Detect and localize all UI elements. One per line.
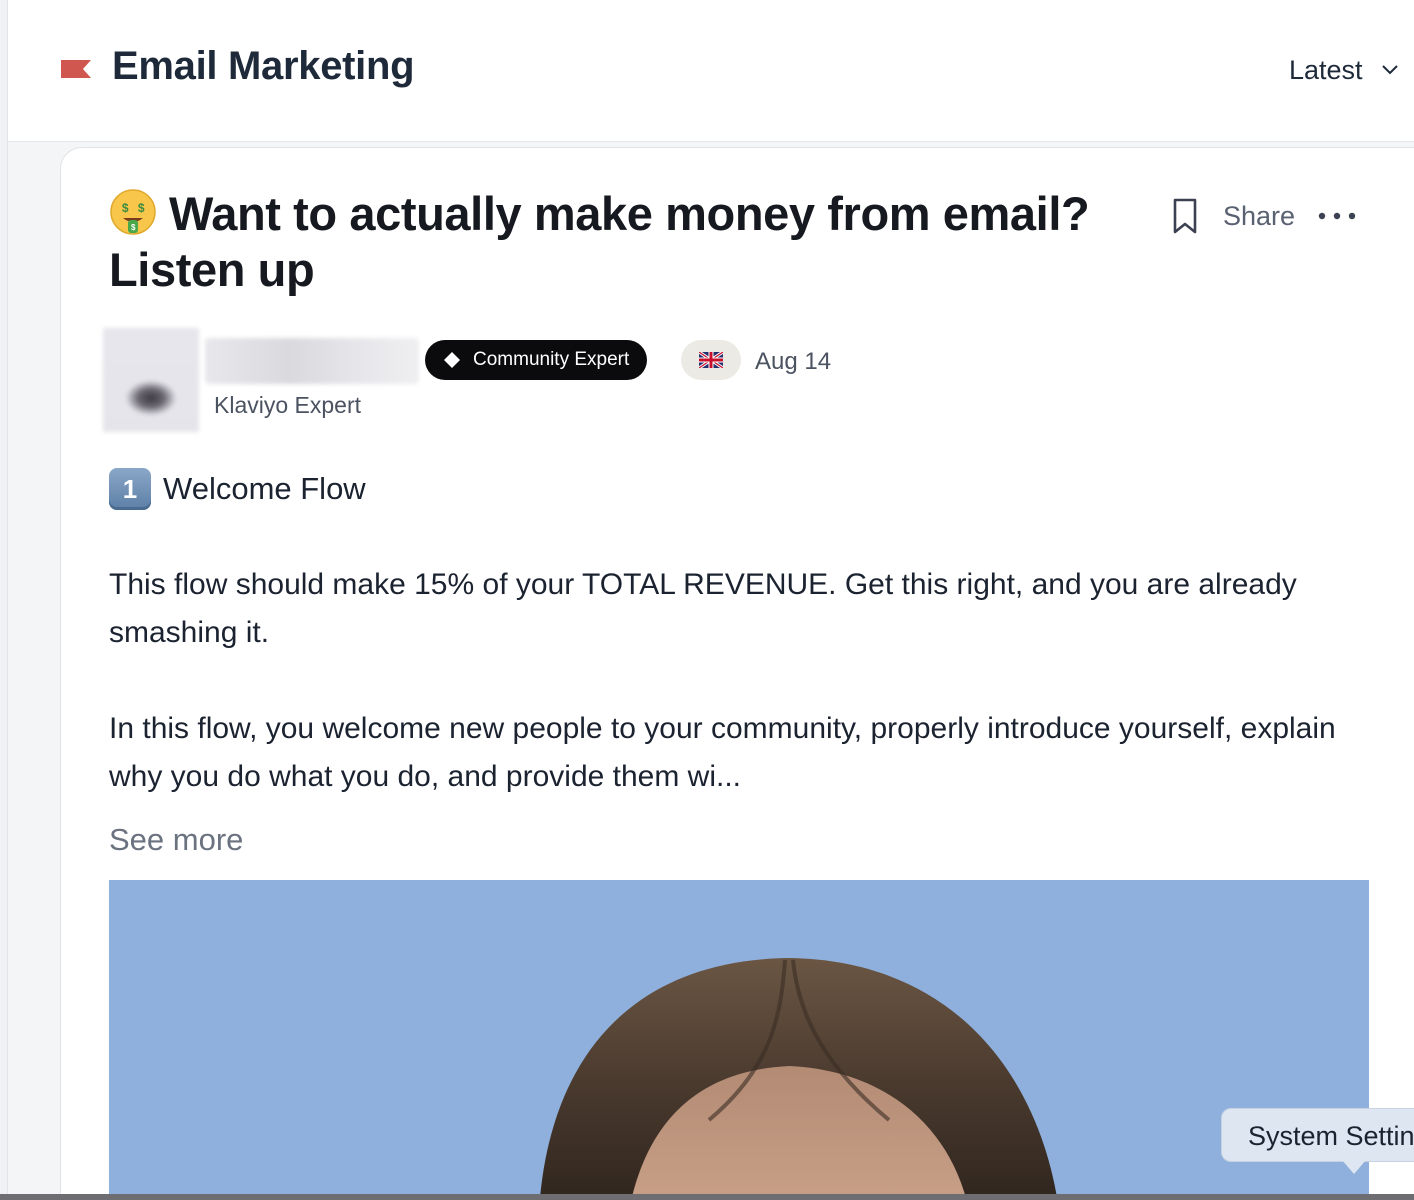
author-name-redacted[interactable] <box>205 338 419 384</box>
post-paragraph: In this flow, you welcome new people to … <box>109 712 1336 793</box>
category-flag-icon <box>61 60 91 78</box>
more-options-icon[interactable] <box>1317 211 1357 221</box>
screen-bottom-edge <box>0 1194 1414 1200</box>
post-paragraph: This flow should make 15% of your TOTAL … <box>109 568 1297 649</box>
chevron-down-icon <box>1381 65 1398 75</box>
svg-text:$: $ <box>138 201 145 215</box>
badge-label: Community Expert <box>473 349 630 370</box>
post-actions: Share <box>1169 196 1357 236</box>
post-card: $ $ $ Want to actually make money from e… <box>60 147 1414 1200</box>
page-title: Email Marketing <box>112 44 415 88</box>
system-settings-tooltip: System Settings <box>1221 1108 1414 1162</box>
svg-text:$: $ <box>122 201 129 215</box>
author-role: Klaviyo Expert <box>214 392 362 418</box>
author-row: Community Expert Aug 14 Klaviyo Expert <box>103 328 903 434</box>
tooltip-tail <box>1342 1160 1366 1174</box>
bookmark-icon[interactable] <box>1169 196 1201 236</box>
post-title[interactable]: $ $ $ Want to actually make money from e… <box>109 186 1149 298</box>
country-flag-pill <box>681 340 741 380</box>
sort-dropdown[interactable]: Latest <box>1289 50 1399 90</box>
diamond-icon <box>444 352 460 368</box>
post-title-text: Want to actually make money from email? … <box>109 187 1090 296</box>
money-mouth-face-icon: $ $ $ <box>110 189 156 235</box>
share-button[interactable]: Share <box>1223 201 1295 232</box>
avatar[interactable] <box>103 328 199 432</box>
community-expert-badge: Community Expert <box>425 340 648 380</box>
portrait-photo <box>109 880 1369 1200</box>
section-heading-text: Welcome Flow <box>163 471 366 506</box>
sort-selected-value: Latest <box>1289 54 1363 85</box>
post-image[interactable] <box>109 880 1369 1200</box>
section-heading: 1 Welcome Flow <box>109 468 366 510</box>
see-more-link[interactable]: See more <box>109 822 243 858</box>
keycap-one-icon: 1 <box>109 468 151 510</box>
left-sidebar-edge <box>0 0 8 1200</box>
uk-flag-icon <box>699 352 723 368</box>
post-date: Aug 14 <box>755 348 832 375</box>
top-bar: Email Marketing Latest <box>8 0 1414 142</box>
